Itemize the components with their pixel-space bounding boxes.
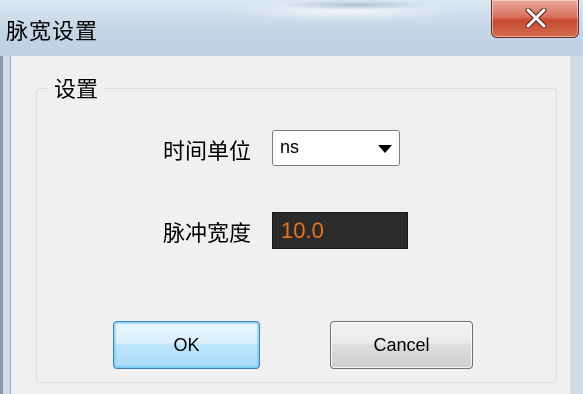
- close-button[interactable]: [491, 0, 579, 38]
- window-frame-inner-left: [3, 56, 10, 394]
- pulse-width-field[interactable]: 10.0: [272, 212, 408, 249]
- cancel-button[interactable]: Cancel: [330, 321, 473, 369]
- settings-group-legend: 设置: [48, 72, 105, 104]
- time-unit-select[interactable]: ns: [272, 130, 400, 166]
- window-frame-inner-right: [570, 56, 583, 394]
- title-bar-shade: [280, 0, 430, 10]
- time-unit-selected-value: ns: [280, 137, 300, 157]
- title-bar[interactable]: 脉宽设置: [0, 0, 583, 56]
- close-icon: [525, 8, 547, 28]
- dialog-window: 脉宽设置 设置 时间单位 ns 脉冲宽度 10.0 OK Cancel: [0, 0, 583, 394]
- window-title: 脉宽设置: [6, 20, 99, 45]
- pulse-width-label: 脉冲宽度: [163, 222, 252, 247]
- pulse-width-value: 10.0: [281, 218, 324, 243]
- dropdown-arrow-icon: [378, 145, 392, 153]
- time-unit-label: 时间单位: [163, 140, 252, 165]
- ok-button[interactable]: OK: [113, 321, 260, 369]
